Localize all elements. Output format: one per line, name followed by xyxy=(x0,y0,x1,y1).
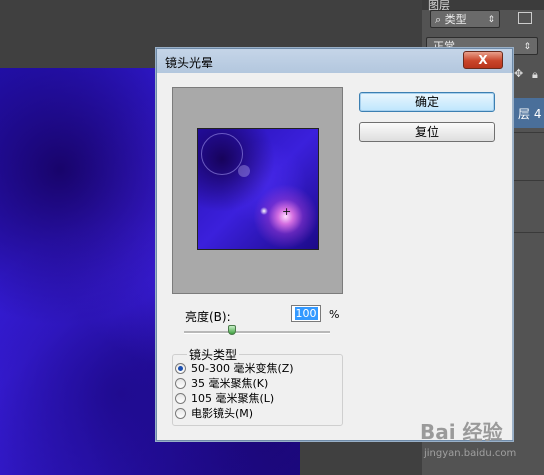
brightness-input[interactable]: 100 xyxy=(291,305,321,322)
preview-frame: + xyxy=(172,87,343,294)
radio-label: 电影镜头(M) xyxy=(191,407,254,420)
lens-type-label: 镜头类型 xyxy=(187,346,240,363)
radio-label: 105 毫米聚焦(L) xyxy=(191,392,275,405)
reset-button[interactable]: 复位 xyxy=(359,122,495,142)
flare-star xyxy=(260,207,268,215)
brightness-value: 100 xyxy=(294,307,318,320)
lock-icon[interactable]: 🔒︎ xyxy=(532,68,538,82)
watermark-logo: Bai 经验 xyxy=(420,420,503,444)
search-icon: ⌕ xyxy=(435,13,442,26)
dialog-titlebar[interactable]: 镜头光晕 X xyxy=(157,49,512,73)
image-filter-icon[interactable] xyxy=(518,12,532,24)
dialog-edge xyxy=(512,73,513,440)
flare-spot xyxy=(238,165,250,177)
lens-flare-dialog: 镜头光晕 X + 确定 复位 亮度(B): 100 % 镜头类型 50-300 … xyxy=(156,48,513,441)
radio-label: 50-300 毫米变焦(Z) xyxy=(191,362,294,375)
brightness-label: 亮度(B): xyxy=(185,310,231,324)
radio-label: 35 毫米聚焦(K) xyxy=(191,377,269,390)
watermark-url: jingyan.baidu.com xyxy=(424,448,517,459)
brightness-unit: % xyxy=(329,308,340,321)
flare-ring xyxy=(201,133,243,175)
radio-button[interactable] xyxy=(175,363,186,374)
stepper-icon: ⇕ xyxy=(523,42,531,52)
panel-header: 图层 xyxy=(422,0,544,12)
dialog-title: 镜头光晕 xyxy=(165,56,214,70)
flare-center-crosshair-icon[interactable]: + xyxy=(282,206,291,217)
radio-button[interactable] xyxy=(175,393,186,404)
radio-button[interactable] xyxy=(175,408,186,419)
close-button[interactable]: X xyxy=(463,51,503,69)
layer-filter-label: 类型 xyxy=(444,13,467,26)
radio-button[interactable] xyxy=(175,378,186,389)
ok-button[interactable]: 确定 xyxy=(359,92,495,112)
layer-name: 层 4 xyxy=(518,107,542,121)
brightness-slider-track[interactable] xyxy=(184,331,330,334)
flare-preview[interactable]: + xyxy=(197,128,319,250)
layer-filter-select[interactable]: ⌕ 类型 ⇕ xyxy=(430,10,500,28)
move-lock-icon[interactable]: ✥ xyxy=(514,67,523,80)
brightness-slider-thumb[interactable] xyxy=(228,325,236,335)
stepper-icon: ⇕ xyxy=(487,15,495,25)
